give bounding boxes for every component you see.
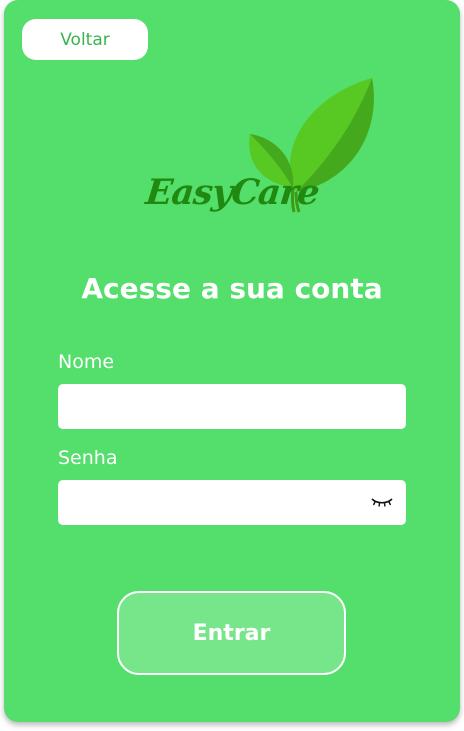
name-label: Nome xyxy=(58,351,115,373)
back-button[interactable]: Voltar xyxy=(22,19,148,60)
logo-text: EasyCare xyxy=(143,172,321,213)
password-label: Senha xyxy=(58,447,118,469)
page-title: Acesse a sua conta xyxy=(81,272,383,305)
submit-button[interactable]: Entrar xyxy=(117,591,346,675)
app-logo: EasyCare xyxy=(143,72,378,234)
password-field[interactable] xyxy=(58,480,406,525)
eye-closed-icon[interactable] xyxy=(370,495,394,509)
name-field[interactable] xyxy=(58,384,406,429)
